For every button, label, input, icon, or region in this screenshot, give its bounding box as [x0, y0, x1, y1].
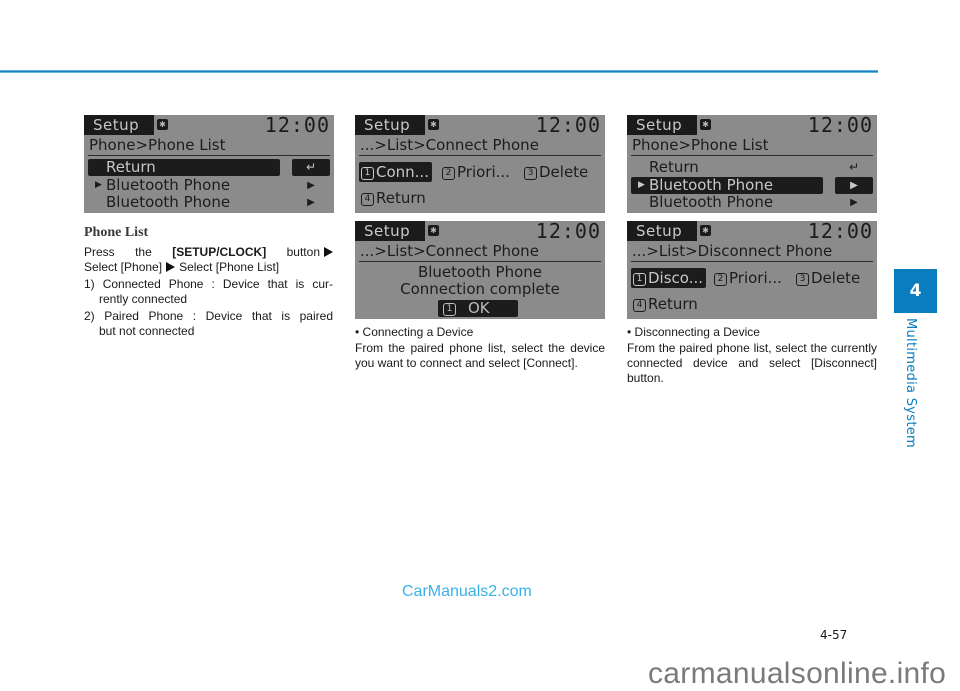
chapter-tab: 4	[894, 269, 937, 313]
option-disconnect[interactable]: 1 Disco...	[631, 268, 706, 288]
divider	[631, 155, 873, 156]
page-number: 4-57	[820, 628, 848, 642]
breadcrumb: ...>List>Disconnect Phone	[632, 242, 833, 260]
option-return[interactable]: 4 Return	[631, 294, 701, 314]
clock: 12:00	[807, 221, 873, 243]
connecting-section: • Connecting a Device From the paired ph…	[355, 325, 605, 371]
item-connected-phone-cont: rently connected	[99, 292, 188, 306]
message-line-2: Connection complete	[400, 280, 560, 298]
breadcrumb: Phone>Phone List	[632, 136, 769, 154]
list-item-phone-selected[interactable]: ▶ Bluetooth Phone	[631, 177, 823, 194]
screen-phone-list-return: Setup ✱ 12:00 Phone>Phone List Return ↵ …	[84, 115, 334, 213]
ok-button[interactable]: 1 OK	[438, 300, 518, 317]
clock: 12:00	[535, 115, 601, 137]
screen-disconnect-menu: Setup ✱ 12:00 ...>List>Disconnect Phone …	[627, 221, 877, 319]
item-paired-phone: 2) Paired Phone : Device that is paired	[84, 309, 333, 323]
clock: 12:00	[535, 221, 601, 243]
return-icon[interactable]: ↵	[292, 159, 330, 176]
mode-label: Setup	[627, 221, 697, 241]
divider	[631, 261, 873, 262]
bluetooth-icon: ✱	[428, 225, 439, 236]
bluetooth-icon: ✱	[700, 119, 711, 130]
option-return[interactable]: 4 Return	[359, 188, 429, 208]
divider	[359, 261, 601, 262]
breadcrumb: ...>List>Connect Phone	[360, 242, 539, 260]
option-connect[interactable]: 1 Conn...	[359, 162, 432, 182]
screen-phone-list-selected: Setup ✱ 12:00 Phone>Phone List Return ↵ …	[627, 115, 877, 213]
button-name: [SETUP/CLOCK]	[172, 245, 267, 259]
chevron-right-icon[interactable]: ▶	[835, 177, 873, 194]
mode-label: Setup	[84, 115, 154, 135]
bluetooth-icon: ✱	[157, 119, 168, 130]
divider	[88, 155, 330, 156]
screen-connection-complete: Setup ✱ 12:00 ...>List>Connect Phone Blu…	[355, 221, 605, 319]
mode-label: Setup	[627, 115, 697, 135]
item-paired-phone-cont: but not connected	[99, 324, 195, 338]
connecting-bullet: • Connecting a Device	[355, 325, 474, 339]
mode-label: Setup	[355, 115, 425, 135]
status-bar: Setup ✱ 12:00	[627, 115, 877, 137]
watermark-top: CarManuals2.com	[402, 583, 532, 600]
chevron-right-icon[interactable]: ▶	[292, 194, 330, 211]
connected-indicator-icon: ▶	[638, 180, 645, 190]
chevron-right-icon[interactable]: ▶	[292, 177, 330, 194]
status-bar: Setup ✱ 12:00	[84, 115, 334, 137]
mode-label: Setup	[355, 221, 425, 241]
bluetooth-icon: ✱	[700, 225, 711, 236]
status-bar: Setup ✱ 12:00	[627, 221, 877, 243]
instruction-line-1: Press the [SETUP/CLOCK] button	[84, 245, 333, 260]
status-bar: Setup ✱ 12:00	[355, 221, 605, 243]
option-delete[interactable]: 3 Delete	[522, 162, 591, 182]
bluetooth-icon: ✱	[428, 119, 439, 130]
message-line-1: Bluetooth Phone	[417, 263, 543, 281]
connecting-body: From the paired phone list, select the d…	[355, 341, 605, 370]
clock: 12:00	[807, 115, 873, 137]
breadcrumb: Phone>Phone List	[89, 136, 226, 154]
option-priority[interactable]: 2 Priori...	[440, 162, 513, 182]
breadcrumb: ...>List>Connect Phone	[360, 136, 539, 154]
arrow-right-icon	[166, 262, 176, 272]
disconnecting-body: From the paired phone list, select the c…	[627, 341, 877, 385]
instructions: Press the [SETUP/CLOCK] button Select [P…	[84, 245, 333, 339]
list-item-return[interactable]: Return	[631, 159, 823, 176]
watermark-bottom: carmanualsonline.info	[648, 657, 947, 690]
option-priority[interactable]: 2 Priori...	[712, 268, 785, 288]
instruction-line-2: Select [Phone] Select [Phone List]	[84, 260, 280, 274]
return-icon[interactable]: ↵	[835, 159, 873, 176]
divider	[359, 155, 601, 156]
clock: 12:00	[264, 115, 330, 137]
option-delete[interactable]: 3 Delete	[794, 268, 863, 288]
disconnecting-bullet: • Disconnecting a Device	[627, 325, 760, 339]
chevron-right-icon[interactable]: ▶	[835, 194, 873, 211]
item-connected-phone: 1) Connected Phone : Device that is cur-	[84, 277, 333, 291]
arrow-right-icon	[324, 247, 333, 257]
disconnecting-section: • Disconnecting a Device From the paired…	[627, 325, 877, 386]
connected-indicator-icon: ▶	[95, 180, 102, 190]
status-bar: Setup ✱ 12:00	[355, 115, 605, 137]
list-item-return[interactable]: Return	[88, 159, 280, 176]
chapter-title: Multimedia System	[903, 318, 918, 448]
screen-connect-menu: Setup ✱ 12:00 ...>List>Connect Phone 1 Co…	[355, 115, 605, 213]
header-rule	[0, 70, 878, 73]
section-title: Phone List	[84, 225, 149, 240]
